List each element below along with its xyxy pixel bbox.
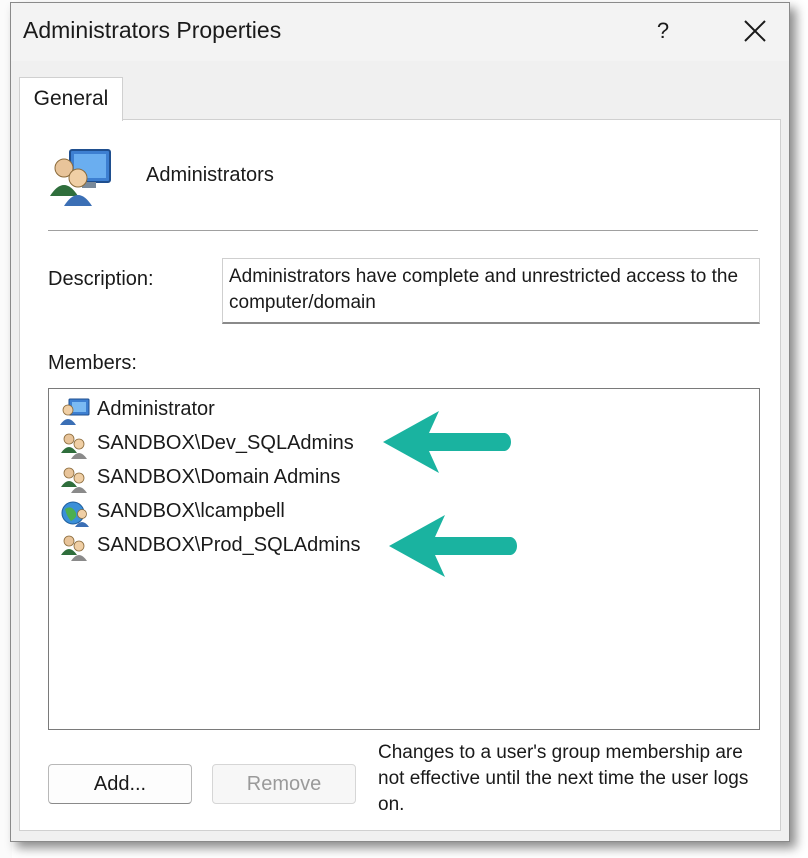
member-name: SANDBOX\Dev_SQLAdmins <box>97 432 354 454</box>
description-field[interactable]: Administrators have complete and unrestr… <box>222 258 760 324</box>
add-button[interactable]: Add... <box>48 764 192 804</box>
members-list[interactable]: Administrator SANDBOX\Dev_SQLAdmins SAND… <box>48 388 760 730</box>
globe-user-icon <box>61 501 89 527</box>
description-label: Description: <box>48 268 154 290</box>
annotation-arrow-icon <box>389 515 517 577</box>
group-name: Administrators <box>146 164 274 186</box>
remove-button[interactable]: Remove <box>212 764 356 804</box>
title-bar[interactable]: Administrators Properties ? <box>11 3 789 61</box>
members-label: Members: <box>48 352 137 374</box>
window-title: Administrators Properties <box>23 17 282 43</box>
member-name: SANDBOX\Domain Admins <box>97 466 341 488</box>
member-name: Administrator <box>97 398 215 420</box>
properties-dialog: Administrators Properties ? General Admi… <box>10 2 790 842</box>
user-group-icon <box>61 467 87 493</box>
close-button[interactable] <box>731 11 779 51</box>
user-computer-icon <box>60 398 90 425</box>
tab-general[interactable]: General <box>19 77 123 121</box>
member-name: SANDBOX\Prod_SQLAdmins <box>97 534 361 556</box>
user-group-icon <box>61 535 87 561</box>
help-button[interactable]: ? <box>641 11 685 51</box>
close-icon <box>744 20 766 42</box>
general-tab-panel: Administrators Description: Administrato… <box>19 119 781 831</box>
membership-note: Changes to a user's group membership are… <box>378 742 749 815</box>
annotation-arrow-icon <box>383 411 511 473</box>
user-group-computer-icon <box>50 149 111 206</box>
user-group-icon <box>61 433 87 459</box>
separator <box>48 230 758 232</box>
member-name: SANDBOX\lcampbell <box>97 500 285 522</box>
